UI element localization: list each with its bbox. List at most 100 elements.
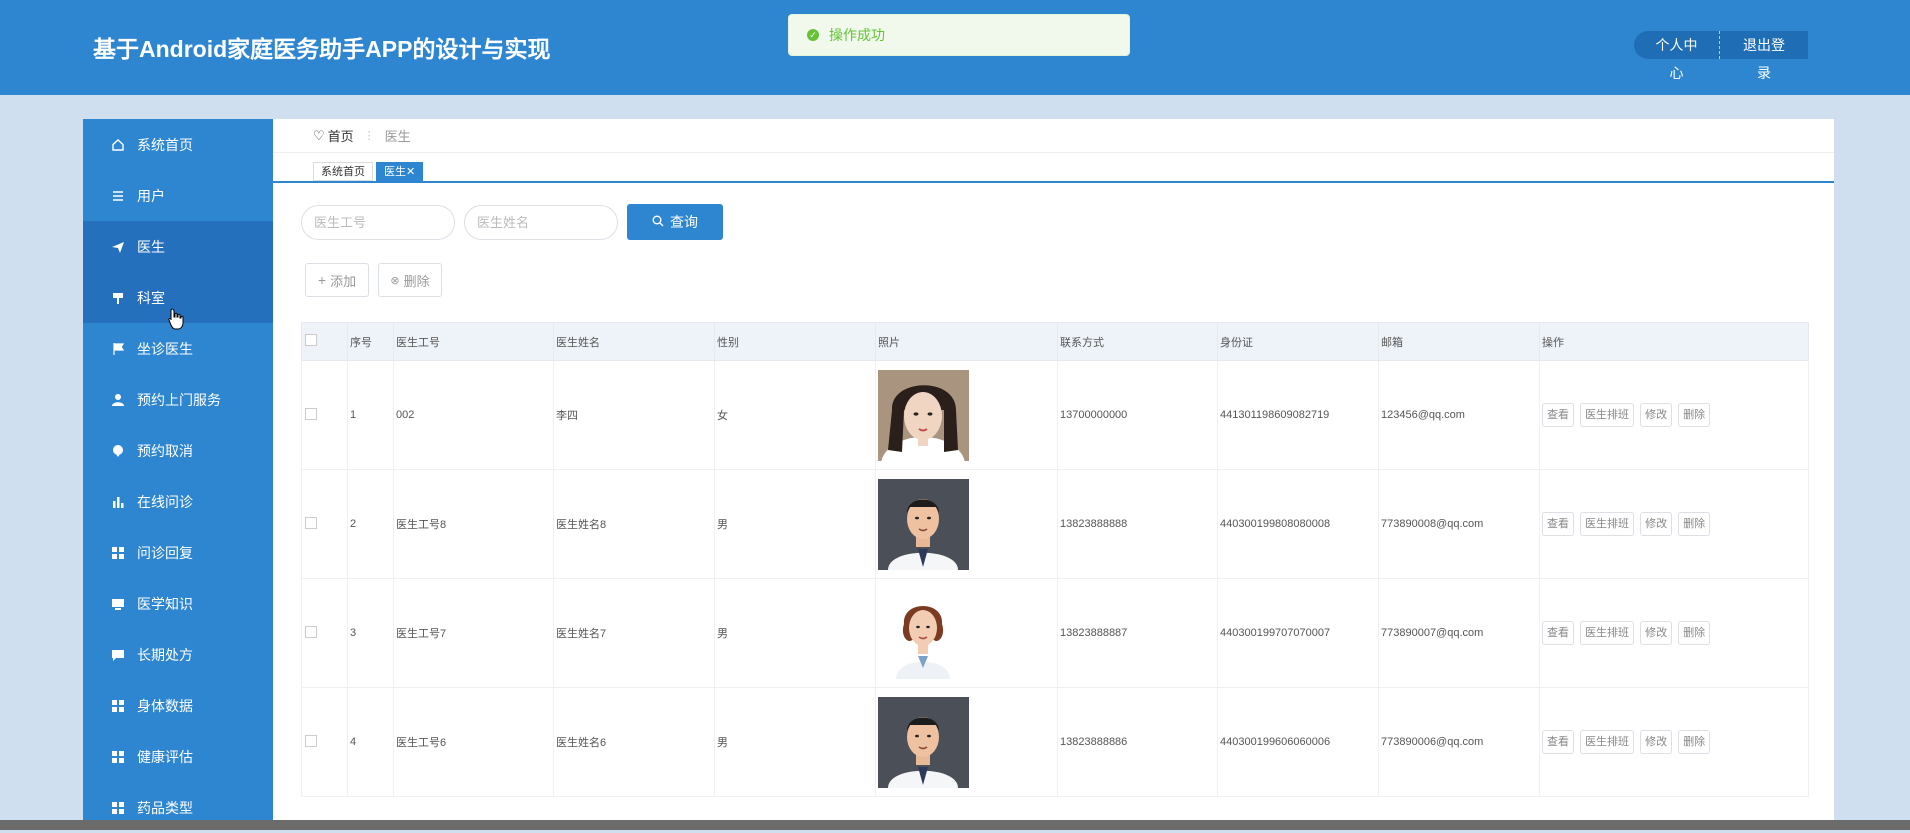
- row-checkbox[interactable]: [305, 516, 317, 529]
- sidebar-item-doctors[interactable]: 医生: [83, 221, 273, 272]
- sidebar-item-clinic-doctors[interactable]: 坐诊医生: [83, 323, 273, 374]
- column-header: 序号: [347, 322, 394, 361]
- column-header: 照片: [875, 322, 1058, 361]
- sidebar-item-home-service[interactable]: 预约上门服务: [83, 374, 273, 425]
- phone-cell: 13823888887: [1057, 578, 1218, 688]
- right-gutter: [1834, 182, 1910, 830]
- sidebar-item-home[interactable]: 系统首页: [83, 119, 273, 170]
- row-checkbox[interactable]: [305, 734, 317, 747]
- profile-button[interactable]: 个人中心: [1634, 31, 1720, 81]
- phone-cell: 13823888888: [1057, 469, 1218, 579]
- delete-row-button[interactable]: 删除: [1678, 621, 1711, 645]
- toast-message: 操作成功: [829, 27, 885, 43]
- sidebar-item-online-consult[interactable]: 在线问诊: [83, 476, 273, 527]
- sidebar-item-prescriptions[interactable]: 长期处方: [83, 629, 273, 680]
- sidebar-item-label: 科室: [137, 289, 165, 306]
- delete-row-button[interactable]: 删除: [1678, 512, 1711, 536]
- column-header: 操作: [1539, 322, 1809, 361]
- sidebar-item-label: 身体数据: [137, 697, 193, 714]
- male-doctor-portrait: [878, 478, 969, 570]
- email-cell: 773890007@qq.com: [1378, 578, 1540, 688]
- actions-cell: 查看 医生排班 修改 删除: [1539, 578, 1809, 688]
- mouse-cursor-icon: [168, 308, 184, 330]
- schedule-button[interactable]: 医生排班: [1580, 730, 1635, 754]
- send-icon: [111, 240, 125, 254]
- doctor-no-cell: 医生工号7: [393, 578, 554, 688]
- sidebar-item-label: 系统首页: [137, 136, 193, 153]
- id-card-cell: 440300199808080008: [1217, 469, 1379, 579]
- view-button[interactable]: 查看: [1542, 403, 1574, 427]
- sidebar-item-label: 长期处方: [137, 646, 193, 663]
- delete-button[interactable]: ⊗ 删除: [378, 263, 442, 297]
- id-card-cell: 440300199606060006: [1217, 687, 1379, 797]
- sidebar-item-users[interactable]: 用户: [83, 170, 273, 221]
- column-header: 邮箱: [1378, 322, 1540, 361]
- doctor-no-cell: 医生工号6: [393, 687, 554, 797]
- edit-button[interactable]: 修改: [1640, 403, 1673, 427]
- sidebar-item-body-data[interactable]: 身体数据: [83, 680, 273, 731]
- view-button[interactable]: 查看: [1542, 730, 1574, 754]
- column-header: 医生姓名: [553, 322, 715, 361]
- sidebar-item-label: 坐诊医生: [137, 340, 193, 357]
- phone-cell: 13823888886: [1057, 687, 1218, 797]
- logout-button[interactable]: 退出登录: [1720, 31, 1808, 81]
- add-button[interactable]: + 添加: [305, 263, 369, 297]
- breadcrumb-current: 医生: [384, 129, 411, 144]
- search-icon: [652, 215, 664, 230]
- gender-cell: 男: [714, 578, 876, 688]
- schedule-button[interactable]: 医生排班: [1580, 512, 1635, 536]
- actions-cell: 查看 医生排班 修改 删除: [1539, 469, 1809, 579]
- id-card-cell: 441301198609082719: [1217, 360, 1379, 470]
- tab-doctors[interactable]: 医生✕: [376, 162, 424, 181]
- edit-button[interactable]: 修改: [1640, 512, 1673, 536]
- sidebar-item-label: 用户: [137, 187, 165, 204]
- sidebar-item-label: 预约上门服务: [137, 391, 221, 408]
- view-button[interactable]: 查看: [1542, 621, 1574, 645]
- circle-x-icon: ⊗: [390, 274, 400, 287]
- delete-row-button[interactable]: 删除: [1678, 403, 1711, 427]
- breadcrumb-separator: ⋮: [363, 130, 375, 142]
- sidebar: 系统首页 用户 医生 科室 坐诊医生 预约上门服务 预约取消 在线问诊 问诊回复…: [83, 119, 273, 830]
- sidebar-item-health-assessment[interactable]: 健康评估: [83, 731, 273, 782]
- edit-button[interactable]: 修改: [1640, 621, 1673, 645]
- schedule-button[interactable]: 医生排班: [1580, 621, 1635, 645]
- column-header: 身份证: [1217, 322, 1379, 361]
- phone-cell: 13700000000: [1057, 360, 1218, 470]
- row-checkbox[interactable]: [305, 625, 317, 638]
- doctor-name-cell: 李四: [553, 360, 715, 470]
- table-row: 4 医生工号6 医生姓名6 男 13823888886 440300199606…: [301, 687, 1809, 797]
- search-button-label: 查询: [670, 214, 698, 230]
- gender-cell: 男: [714, 469, 876, 579]
- delete-button-label: 删除: [403, 273, 430, 289]
- delete-row-button[interactable]: 删除: [1678, 730, 1711, 754]
- tab-home[interactable]: 系统首页: [313, 162, 373, 181]
- horizontal-scrollbar[interactable]: [0, 820, 1910, 830]
- doctor-name-search-input[interactable]: 医生姓名: [464, 205, 618, 240]
- row-select-cell: [301, 360, 348, 470]
- grid-icon: [111, 699, 125, 713]
- actions-cell: 查看 医生排班 修改 删除: [1539, 687, 1809, 797]
- breadcrumb-home[interactable]: 首页: [328, 126, 354, 145]
- id-card-cell: 440300199707070007: [1217, 578, 1379, 688]
- sidebar-item-medical-knowledge[interactable]: 医学知识: [83, 578, 273, 629]
- doctor-no-search-input[interactable]: 医生工号: [301, 205, 455, 240]
- doctor-table: 序号 医生工号 医生姓名 性别 照片 联系方式 身份证 邮箱 操作 1 002 …: [301, 322, 1809, 797]
- add-button-label: 添加: [330, 273, 357, 289]
- sidebar-item-consult-reply[interactable]: 问诊回复: [83, 527, 273, 578]
- view-button[interactable]: 查看: [1542, 512, 1574, 536]
- sidebar-item-cancel-booking[interactable]: 预约取消: [83, 425, 273, 476]
- edit-button[interactable]: 修改: [1640, 730, 1673, 754]
- select-all-checkbox[interactable]: [305, 334, 317, 346]
- doctor-name-cell: 医生姓名8: [553, 469, 715, 579]
- table-header-row: 序号 医生工号 医生姓名 性别 照片 联系方式 身份证 邮箱 操作: [301, 322, 1809, 361]
- sidebar-item-label: 健康评估: [137, 748, 193, 765]
- check-circle-icon: ✓: [807, 29, 819, 41]
- schedule-button[interactable]: 医生排班: [1580, 403, 1635, 427]
- row-checkbox[interactable]: [305, 407, 317, 420]
- search-button[interactable]: 查询: [627, 204, 723, 240]
- bar-chart-icon: [111, 495, 125, 509]
- flag-icon: [111, 342, 125, 356]
- doctor-name-cell: 医生姓名7: [553, 578, 715, 688]
- index-cell: 1: [347, 360, 394, 470]
- select-all-cell: [301, 322, 348, 361]
